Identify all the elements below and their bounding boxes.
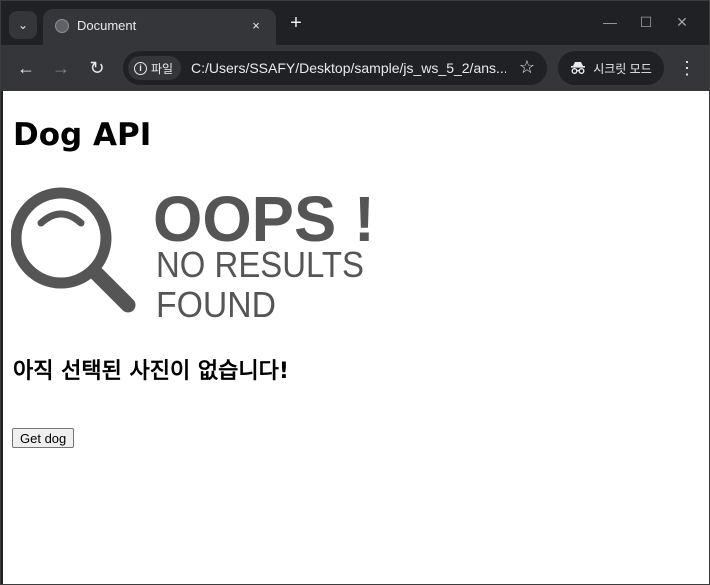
magnifier-icon xyxy=(11,187,136,313)
tab-search-icon: ⌄ xyxy=(17,18,29,32)
window-controls: — ☐ ✕ xyxy=(592,8,702,36)
address-bar[interactable]: i 파일 C:/Users/SSAFY/Desktop/sample/js_ws… xyxy=(123,51,547,85)
reload-icon: ↻ xyxy=(89,57,105,78)
tab-title: Document xyxy=(77,18,137,33)
url-text[interactable]: C:/Users/SSAFY/Desktop/sample/js_ws_5_2/… xyxy=(191,60,506,76)
maximize-icon[interactable]: ☐ xyxy=(628,8,664,36)
back-arrow-icon: ← xyxy=(17,57,35,78)
site-info-chip[interactable]: i 파일 xyxy=(128,56,182,80)
no-results-image: OOPS ! NO RESULTS FOUND xyxy=(11,183,375,323)
no-results-text: NO RESULTS xyxy=(156,244,364,285)
page-content: Dog API OOPS ! NO RESULTS FOUND 아직 선택된 사… xyxy=(3,91,709,584)
get-dog-button[interactable]: Get dog xyxy=(12,428,75,448)
browser-toolbar: ← → ↻ i 파일 C:/Users/SSAFY/Desktop/sample… xyxy=(1,45,709,91)
status-message: 아직 선택된 사진이 없습니다! xyxy=(13,359,289,384)
tab-search-button[interactable]: ⌄ xyxy=(9,11,37,39)
minimize-icon[interactable]: — xyxy=(592,8,628,36)
site-chip-label: 파일 xyxy=(151,61,174,76)
page-title: Dog API xyxy=(13,117,152,153)
tab-document[interactable]: Document × xyxy=(43,9,276,45)
incognito-icon xyxy=(571,62,586,74)
incognito-label: 시크릿 모드 xyxy=(593,61,652,76)
forward-arrow-icon: → xyxy=(52,57,70,78)
info-icon: i xyxy=(134,61,147,75)
new-tab-button[interactable]: + xyxy=(285,13,307,35)
found-text: FOUND xyxy=(156,284,276,323)
close-window-icon[interactable]: ✕ xyxy=(664,8,700,36)
kebab-menu-icon[interactable]: ⋮ xyxy=(675,55,699,81)
browser-window: ⌄ Document × + — ← → ↻ i 파일 C:/Users/SSA… xyxy=(0,0,710,585)
bookmark-star-icon[interactable]: ☆ xyxy=(519,57,535,78)
back-button[interactable]: ← xyxy=(13,55,39,81)
reload-button[interactable]: ↻ xyxy=(84,55,110,81)
close-tab-icon[interactable]: × xyxy=(246,15,266,35)
forward-button[interactable]: → xyxy=(48,55,74,81)
incognito-badge[interactable]: 시크릿 모드 xyxy=(558,51,664,85)
globe-icon xyxy=(55,19,69,33)
